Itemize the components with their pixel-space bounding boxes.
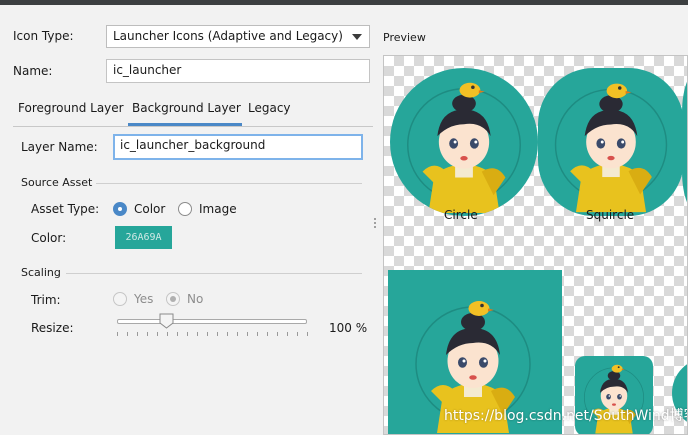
layer-name-field[interactable]: ic_launcher_background (113, 134, 363, 160)
trim-yes-label: Yes (134, 292, 154, 306)
resize-slider-thumb[interactable] (159, 313, 174, 329)
icon-type-value: Launcher Icons (Adaptive and Legacy) (113, 29, 343, 43)
slider-tick (257, 332, 258, 336)
slider-tick (267, 332, 268, 336)
color-label: Color: (31, 231, 67, 245)
circle-icon-preview (390, 68, 538, 216)
color-swatch-button[interactable]: 26A69A (115, 226, 172, 249)
slider-tick (217, 332, 218, 336)
selected-tab-indicator (128, 123, 242, 126)
trim-no-radio[interactable] (166, 292, 180, 306)
splitter-handle[interactable] (374, 218, 377, 232)
tab-foreground-layer[interactable]: Foreground Layer (18, 101, 124, 115)
squircle-icon-preview (538, 68, 684, 216)
scaling-title: Scaling (21, 266, 61, 279)
preview-panel: Circle Squircle https://blog.csdn.net/So… (383, 55, 688, 435)
scaling-separator (66, 273, 362, 274)
squircle-caption: Squircle (586, 208, 635, 222)
resize-slider-track[interactable] (117, 319, 307, 324)
trim-label: Trim: (31, 293, 61, 307)
tab-bar-divider (13, 126, 373, 127)
slider-tick (127, 332, 128, 336)
slider-tick (187, 332, 188, 336)
name-field[interactable]: ic_launcher (106, 59, 370, 83)
slider-tick (177, 332, 178, 336)
resize-label: Resize: (31, 321, 74, 335)
resize-slider-ticks (117, 332, 308, 336)
trim-no-label: No (187, 292, 204, 306)
slider-tick (147, 332, 148, 336)
slider-tick (167, 332, 168, 336)
circle-caption: Circle (444, 208, 478, 222)
chevron-down-icon (352, 34, 362, 40)
name-field-value: ic_launcher (113, 63, 182, 77)
tab-background-layer[interactable]: Background Layer (132, 101, 241, 115)
name-label: Name: (13, 64, 53, 78)
source-asset-title: Source Asset (21, 176, 93, 189)
preview-title: Preview (383, 31, 426, 44)
layer-name-field-value: ic_launcher_background (120, 138, 266, 152)
watermark-text: https://blog.csdn.net/SouthWind博客 (444, 408, 688, 424)
window-title-bar (0, 0, 688, 5)
icon-type-label: Icon Type: (13, 29, 74, 43)
asset-type-color-label: Color (134, 202, 166, 216)
slider-tick (287, 332, 288, 336)
asset-type-color-radio[interactable] (113, 202, 127, 216)
slider-tick (157, 332, 158, 336)
slider-tick (297, 332, 298, 336)
asset-type-label: Asset Type: (31, 202, 100, 216)
slider-tick (227, 332, 228, 336)
slider-tick (117, 332, 118, 336)
slider-tick (197, 332, 198, 336)
asset-type-image-label: Image (199, 202, 237, 216)
tab-legacy[interactable]: Legacy (248, 101, 291, 115)
slider-tick (207, 332, 208, 336)
slider-tick (137, 332, 138, 336)
asset-type-image-radio[interactable] (178, 202, 192, 216)
rounded-icon-preview-partial (682, 68, 687, 216)
slider-tick (277, 332, 278, 336)
slider-tick (307, 332, 308, 336)
trim-yes-radio[interactable] (113, 292, 127, 306)
source-asset-separator (96, 183, 362, 184)
slider-tick (247, 332, 248, 336)
icon-type-dropdown[interactable]: Launcher Icons (Adaptive and Legacy) (106, 25, 370, 48)
resize-value: 100 % (329, 321, 368, 335)
slider-tick (237, 332, 238, 336)
color-hex-value: 26A69A (125, 232, 162, 243)
layer-name-label: Layer Name: (21, 140, 98, 154)
